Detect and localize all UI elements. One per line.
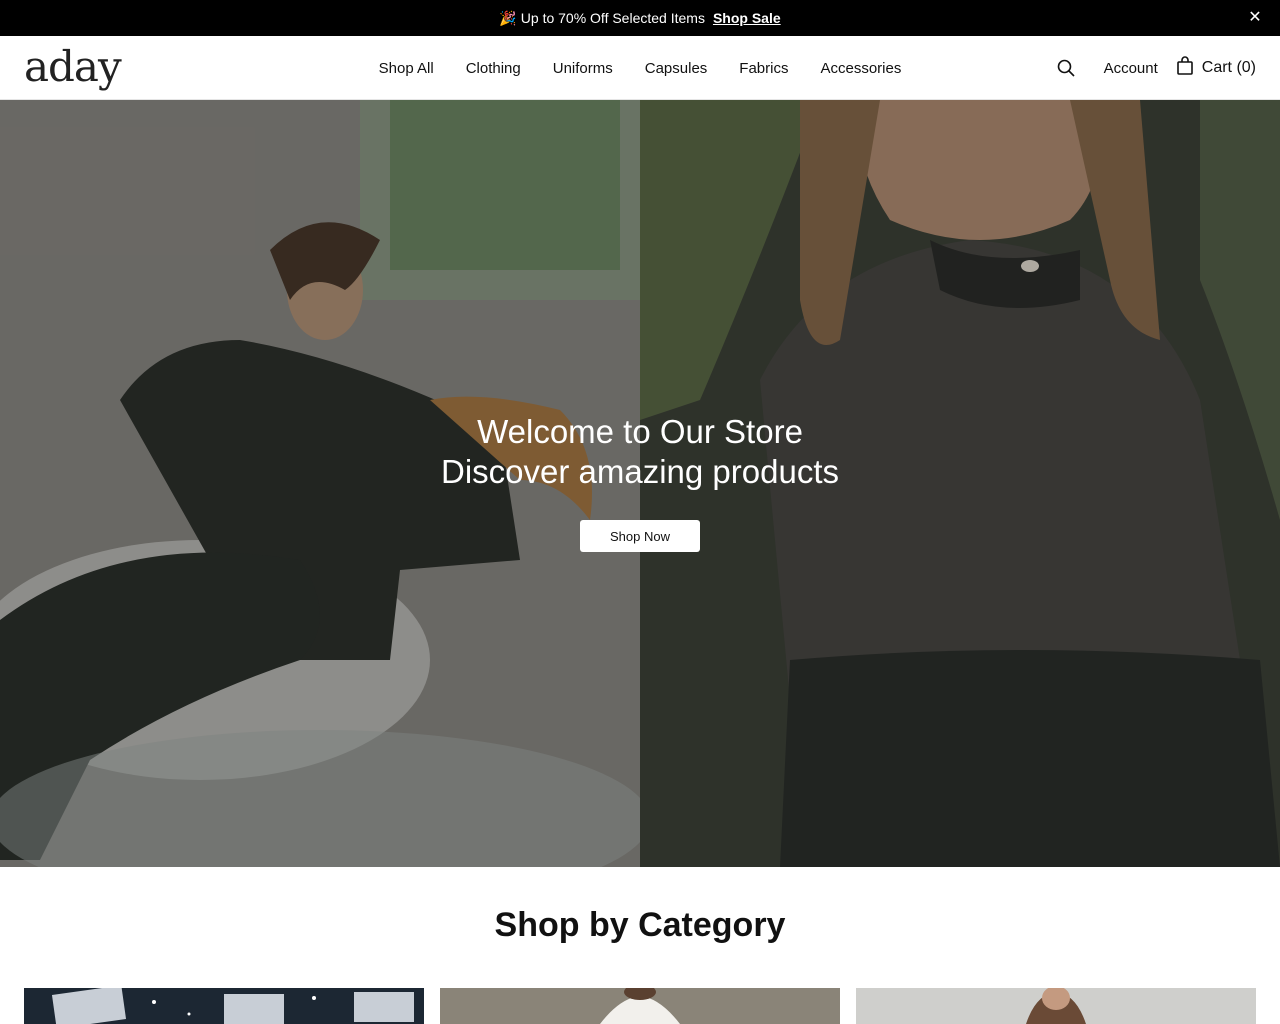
search-icon[interactable] xyxy=(1056,58,1076,78)
account-link[interactable]: Account xyxy=(1104,60,1158,77)
cart-label: Cart (0) xyxy=(1201,59,1256,76)
hero-heading: Welcome to Our Store Discover amazing pr… xyxy=(0,412,1280,492)
category-card-1[interactable] xyxy=(24,988,424,1024)
close-icon[interactable]: ✕ xyxy=(1246,9,1264,27)
nav-fabrics[interactable]: Fabrics xyxy=(739,60,788,77)
hero-line-1: Welcome to Our Store xyxy=(477,413,803,450)
party-popper-icon: 🎉 xyxy=(499,9,517,26)
announcement-bar: 🎉 Up to 70% Off Selected Items Shop Sale… xyxy=(0,0,1280,36)
hero-banner: Welcome to Our Store Discover amazing pr… xyxy=(0,100,1280,867)
nav-accessories[interactable]: Accessories xyxy=(820,60,901,77)
nav-capsules[interactable]: Capsules xyxy=(645,60,708,77)
category-card-2[interactable] xyxy=(440,988,840,1024)
category-card-3[interactable] xyxy=(856,988,1256,1024)
hero-line-2: Discover amazing products xyxy=(441,453,839,490)
brand-logo[interactable]: aday xyxy=(24,42,122,92)
nav-clothing[interactable]: Clothing xyxy=(466,60,521,77)
shop-now-button[interactable]: Shop Now xyxy=(580,520,700,552)
announcement-text: Up to 70% Off Selected Items xyxy=(520,10,705,26)
nav-uniforms[interactable]: Uniforms xyxy=(553,60,613,77)
nav-shop-all[interactable]: Shop All xyxy=(379,60,434,77)
category-section-title: Shop by Category xyxy=(494,906,786,944)
header-utilities: Account Cart (0) xyxy=(1056,36,1256,100)
site-header: aday Shop All Clothing Uniforms Capsules… xyxy=(0,36,1280,100)
cart-button[interactable]: Cart (0) xyxy=(1176,55,1256,81)
shop-sale-link[interactable]: Shop Sale xyxy=(713,10,781,26)
shopping-bag-icon xyxy=(1176,55,1194,81)
